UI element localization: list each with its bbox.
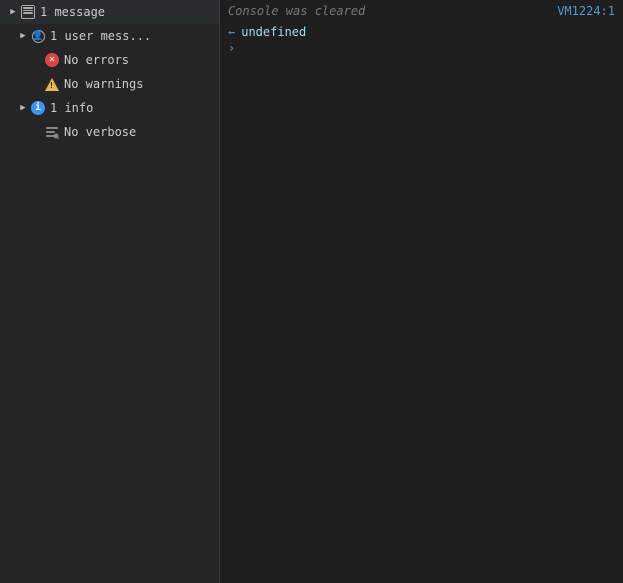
sidebar-item-errors[interactable]: ✕ No errors: [0, 48, 219, 72]
output-undefined-line: ← undefined: [228, 24, 615, 40]
errors-label: No errors: [64, 53, 129, 67]
console-header: Console was cleared VM1224:1: [220, 0, 623, 22]
output-arrow-icon: ←: [228, 25, 235, 39]
warnings-label: No warnings: [64, 77, 143, 91]
user-icon: 👤: [30, 28, 46, 44]
warning-icon: [44, 76, 60, 92]
messages-label: 1 message: [40, 5, 105, 19]
prompt-line[interactable]: ›: [228, 40, 615, 56]
user-messages-label: 1 user mess...: [50, 29, 151, 43]
chevron-info-icon: [16, 101, 30, 115]
console-output: ← undefined ›: [220, 22, 623, 583]
prompt-chevron-icon: ›: [228, 41, 235, 55]
verbose-icon: [44, 124, 60, 140]
error-icon: ✕: [44, 52, 60, 68]
console-cleared-text: Console was cleared: [228, 4, 365, 18]
main-panel: Console was cleared VM1224:1 ← undefined…: [220, 0, 623, 583]
verbose-label: No verbose: [64, 125, 136, 139]
sidebar-item-messages[interactable]: 1 message: [0, 0, 219, 24]
sidebar-item-warnings[interactable]: No warnings: [0, 72, 219, 96]
sidebar-item-info[interactable]: i 1 info: [0, 96, 219, 120]
chevron-messages-icon: [6, 5, 20, 19]
message-icon: [20, 4, 36, 20]
info-label: 1 info: [50, 101, 93, 115]
info-icon: i: [30, 100, 46, 116]
chevron-user-messages-icon: [16, 29, 30, 43]
file-reference-link[interactable]: VM1224:1: [557, 4, 615, 18]
sidebar: 1 message 👤 1 user mess... ✕ No errors N…: [0, 0, 220, 583]
sidebar-item-user-messages[interactable]: 👤 1 user mess...: [0, 24, 219, 48]
output-value: undefined: [241, 25, 306, 39]
sidebar-item-verbose[interactable]: No verbose: [0, 120, 219, 144]
